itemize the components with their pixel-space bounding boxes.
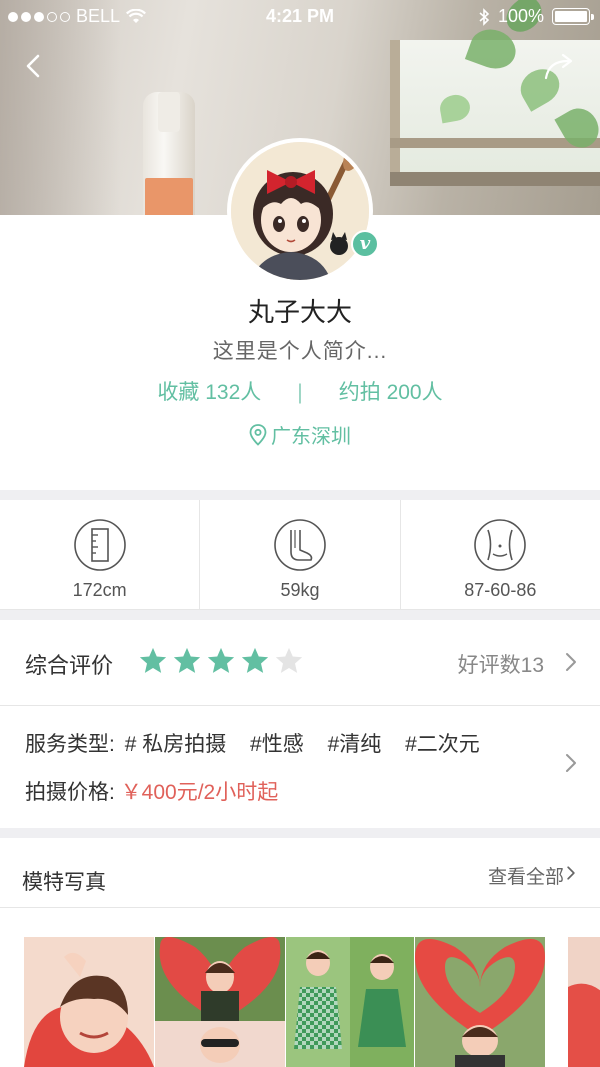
battery-percent: 100% <box>497 6 544 26</box>
height-icon <box>73 519 126 571</box>
view-all-link[interactable]: 查看全部 <box>488 862 564 889</box>
service-type-line: 服务类型: # 私房拍摄 #性感 #清纯 #二次元 <box>25 728 480 758</box>
profile-name: 丸子大大 <box>247 297 352 327</box>
star-empty-icon <box>275 647 303 673</box>
gallery-photo[interactable] <box>24 937 154 1067</box>
price-label: 拍摄价格: <box>25 781 115 804</box>
body-measurements: 172cm 59kg 87-60-86 <box>0 500 600 610</box>
gallery-photo[interactable] <box>286 937 414 1067</box>
service-tag: #性感 <box>250 733 304 756</box>
gallery-photo[interactable] <box>568 937 600 1067</box>
share-icon[interactable] <box>542 52 578 82</box>
stats-separator: | <box>297 381 303 404</box>
star-filled-icon <box>207 647 235 673</box>
measure-body-shape: 87-60-86 <box>401 500 600 609</box>
service-price-line: 拍摄价格: ￥400元/2小时起 <box>25 776 278 806</box>
profile-stats: 收藏 132人 | 约拍 200人 <box>0 376 600 406</box>
body-shape-icon <box>474 519 527 571</box>
weight-value: 59kg <box>280 580 320 600</box>
bluetooth-icon <box>479 7 490 26</box>
rating-stars <box>138 646 304 676</box>
price-value: ￥400元/2小时起 <box>120 781 279 804</box>
battery-icon <box>552 8 594 25</box>
avatar[interactable] <box>227 138 373 284</box>
chevron-right-icon[interactable] <box>566 864 576 882</box>
section-divider <box>0 828 600 838</box>
service-tag: # 私房拍摄 <box>124 733 227 756</box>
chevron-right-icon[interactable] <box>564 651 578 673</box>
gallery-title: 模特写真 <box>22 871 106 894</box>
review-count: 好评数13 <box>457 654 544 677</box>
body-shape-value: 87-60-86 <box>464 580 537 600</box>
location: 广东深圳 <box>0 420 600 449</box>
service-info[interactable]: 服务类型: # 私房拍摄 #性感 #清纯 #二次元 拍摄价格: ￥400元/2小… <box>0 706 600 828</box>
measure-height: 172cm <box>0 500 201 609</box>
view-all-label: 查看全部 <box>487 867 564 888</box>
measure-weight: 59kg <box>200 500 401 609</box>
gallery-photo[interactable] <box>415 937 545 1067</box>
height-value: 172cm <box>72 580 127 600</box>
service-tag: #二次元 <box>405 733 480 756</box>
service-tag: #清纯 <box>327 733 382 756</box>
gallery-photo[interactable] <box>155 937 285 1067</box>
foot-weight-icon <box>274 519 326 571</box>
photo-gallery <box>0 937 600 1067</box>
back-arrow-icon[interactable] <box>20 52 48 80</box>
location-text: 广东深圳 <box>271 426 351 448</box>
avatar-illustration <box>231 142 369 280</box>
status-bar: BELL 4:21 PM 100% <box>0 0 600 34</box>
section-divider <box>0 610 600 620</box>
service-type-label: 服务类型: <box>25 733 115 756</box>
gallery-header: 模特写真 查看全部 <box>0 838 600 908</box>
favorites-count[interactable]: 收藏 132人 <box>157 381 261 404</box>
verified-badge: v <box>351 230 379 258</box>
star-filled-icon <box>173 647 201 673</box>
profile-bio: 这里是个人简介... <box>212 340 388 363</box>
location-pin-icon <box>249 423 267 446</box>
section-divider <box>0 490 600 500</box>
rating-row[interactable]: 综合评价 好评数13 <box>0 620 600 706</box>
star-filled-icon <box>139 647 167 673</box>
chevron-right-icon[interactable] <box>564 752 578 774</box>
appointments-count[interactable]: 约拍 200人 <box>339 381 443 404</box>
rating-label: 综合评价 <box>25 653 114 678</box>
star-filled-icon <box>241 647 269 673</box>
